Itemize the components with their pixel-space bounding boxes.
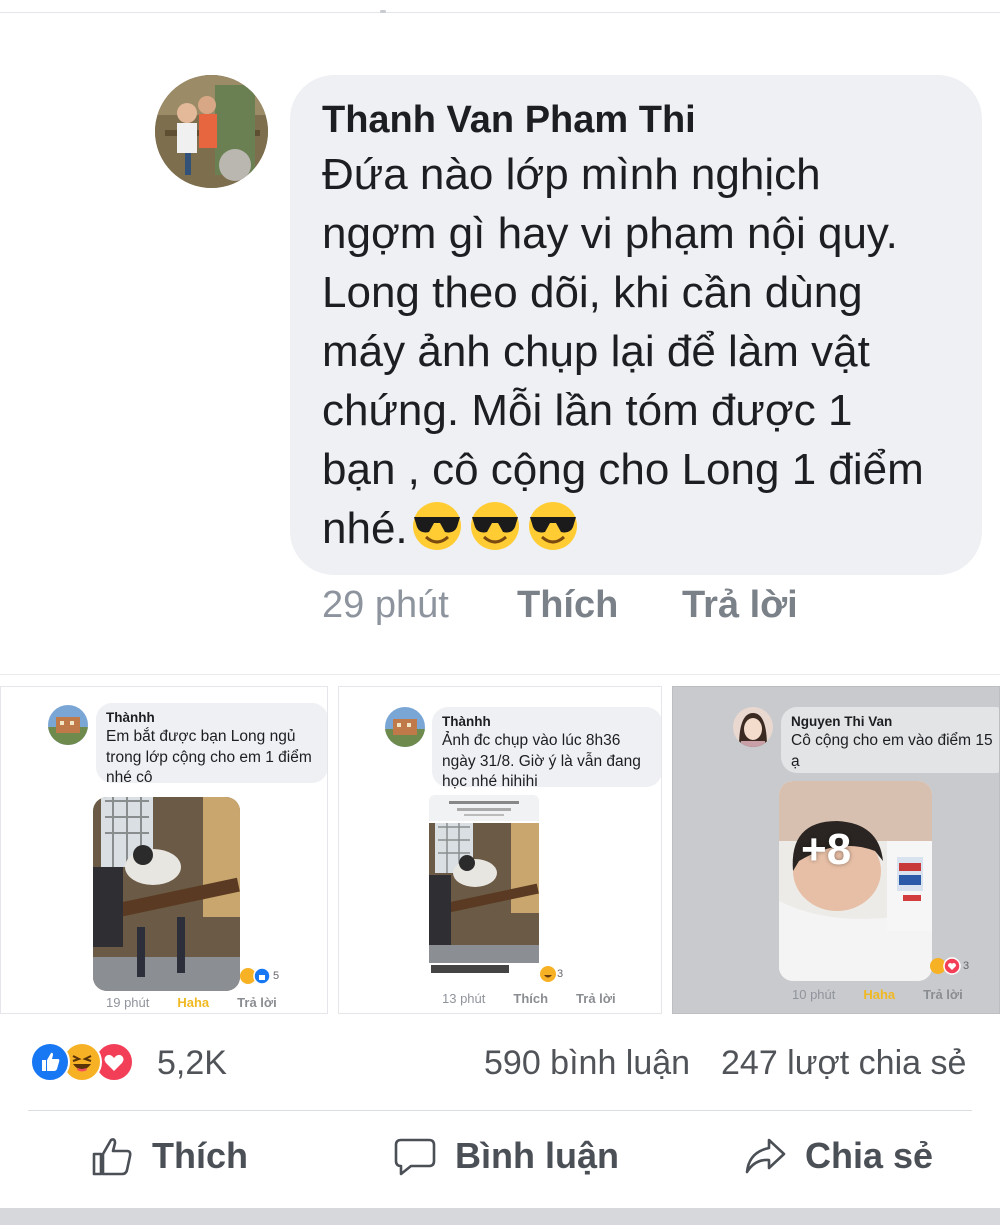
- top-handle: [380, 10, 386, 13]
- comment-bubble: Thànhh Em bắt được bạn Long ngủ trong lớ…: [96, 703, 327, 786]
- comment-line: máy ảnh chụp lại để làm vật: [322, 327, 870, 376]
- comment-actions: 29 phút Thích Trả lời: [322, 580, 798, 630]
- like-button[interactable]: Thích: [90, 1134, 248, 1178]
- comment-actions: 19 phút Haha Trả lời: [106, 995, 305, 1010]
- share-count[interactable]: 247 lượt chia sẻ: [721, 1044, 966, 1083]
- reaction-total[interactable]: 5,2K: [157, 1044, 227, 1083]
- comment-button[interactable]: Bình luận: [393, 1134, 619, 1178]
- reply-link[interactable]: Trả lời: [682, 584, 798, 627]
- comment-author[interactable]: Thanh Van Pham Thi: [322, 95, 952, 145]
- comment-bubble: Nguyen Thi Van Cô cộng cho em vào điểm 1…: [781, 707, 999, 773]
- section-divider: [0, 674, 1000, 675]
- comment-author[interactable]: Thànhh: [106, 709, 318, 727]
- comment-line: Ảnh đc chụp vào lúc 8h36: [442, 732, 621, 749]
- attached-photo[interactable]: [93, 797, 240, 991]
- comment-actions: 13 phút Thích Trả lời: [442, 991, 644, 1006]
- comment-last-line: nhé.: [322, 499, 962, 558]
- comment-bubble: Thanh Van Pham Thi Đứa nào lớp mình nghị…: [290, 75, 982, 575]
- comment-author[interactable]: Nguyen Thi Van: [791, 713, 999, 731]
- comment-line: học nhé hihihi: [442, 773, 538, 790]
- like-label: Thích: [152, 1135, 248, 1176]
- comment-timestamp[interactable]: 10 phút: [792, 987, 835, 1002]
- attached-photo[interactable]: [429, 795, 539, 975]
- haha-link[interactable]: Haha: [177, 995, 209, 1010]
- attached-photo[interactable]: +8: [779, 781, 932, 981]
- emoji-group: [410, 501, 580, 551]
- avatar[interactable]: [155, 75, 268, 188]
- haha-reaction-icon: [540, 966, 556, 982]
- reaction-count: 3: [963, 960, 970, 972]
- comment-line: ạ: [791, 752, 800, 770]
- reaction-summary[interactable]: 3: [539, 965, 563, 983]
- comment-author[interactable]: Thànhh: [442, 713, 652, 731]
- like-link[interactable]: Thích: [513, 991, 548, 1006]
- avatar[interactable]: [733, 707, 773, 747]
- screenshot-card[interactable]: Nguyen Thi Van Cô cộng cho em vào điểm 1…: [672, 686, 1000, 1014]
- post-stats: 5,2K 590 bình luận 247 lượt chia sẻ: [0, 1036, 1000, 1096]
- comment-line: Đứa nào lớp mình nghịch: [322, 150, 821, 199]
- screenshot-card[interactable]: Thànhh Ảnh đc chụp vào lúc 8h36 ngày 31/…: [338, 686, 662, 1014]
- like-link[interactable]: Thích: [517, 584, 682, 627]
- comment-actions: 10 phút Haha Trả lời: [792, 987, 991, 1002]
- bottom-separator: [0, 1208, 1000, 1225]
- reply-link[interactable]: Trả lời: [923, 987, 963, 1002]
- comment-timestamp[interactable]: 19 phút: [106, 995, 149, 1010]
- comment-line: chứng. Mỗi lần tóm được 1: [322, 386, 853, 435]
- comment-line: nhé cô: [106, 769, 153, 786]
- comment-line: trong lớp cộng cho em 1 điểm: [106, 748, 312, 766]
- share-label: Chia sẻ: [805, 1135, 934, 1176]
- haha-like-reaction-icon: [240, 967, 271, 985]
- post-action-bar: Thích Bình luận Chia sẻ: [0, 1128, 1000, 1198]
- avatar[interactable]: [48, 705, 88, 745]
- smiling-face-with-sunglasses-icon: [412, 502, 461, 550]
- reaction-icons[interactable]: [30, 1042, 134, 1082]
- speech-bubble-icon: [394, 1138, 436, 1176]
- reaction-count: 5: [273, 970, 280, 982]
- reaction-summary[interactable]: 3: [929, 957, 969, 975]
- comment-label: Bình luận: [455, 1135, 619, 1176]
- like-reaction-icon: [30, 1042, 70, 1082]
- smiling-face-with-sunglasses-icon: [470, 502, 519, 550]
- screenshot-card[interactable]: Thànhh Em bắt được bạn Long ngủ trong lớ…: [0, 686, 328, 1014]
- reply-link[interactable]: Trả lời: [237, 995, 277, 1010]
- comment-timestamp[interactable]: 29 phút: [322, 584, 517, 627]
- haha-love-reaction-icon: [930, 957, 961, 975]
- reaction-count: 3: [557, 968, 564, 980]
- share-arrow-icon: [745, 1138, 786, 1174]
- haha-link[interactable]: Haha: [863, 987, 895, 1002]
- comment-line: Cô cộng cho em vào điểm 15: [791, 732, 993, 749]
- comment-line: bạn , cô cộng cho Long 1 điểm: [322, 445, 924, 494]
- reply-link[interactable]: Trả lời: [576, 991, 616, 1006]
- comment-timestamp[interactable]: 13 phút: [442, 991, 485, 1006]
- top-divider: [0, 12, 1000, 13]
- smiling-face-with-sunglasses-icon: [528, 502, 577, 550]
- comment-line: nhé.: [322, 504, 408, 553]
- avatar[interactable]: [385, 707, 425, 747]
- comment-text: Đứa nào lớp mình nghịch ngợm gì hay vi p…: [322, 145, 962, 558]
- action-divider: [28, 1110, 972, 1111]
- comment-line: ngày 31/8. Giờ ý là vẫn đang: [442, 752, 641, 770]
- reaction-summary[interactable]: 5: [239, 967, 279, 985]
- comment-line: ngợm gì hay vi phạm nội quy.: [322, 209, 898, 258]
- comment-line: Long theo dõi, khi cần dùng: [322, 268, 863, 317]
- comment-count[interactable]: 590 bình luận: [484, 1044, 690, 1083]
- thumbs-up-icon: [92, 1138, 132, 1176]
- comment-bubble: Thànhh Ảnh đc chụp vào lúc 8h36 ngày 31/…: [432, 707, 661, 790]
- share-button[interactable]: Chia sẻ: [743, 1134, 933, 1178]
- comment-line: Em bắt được bạn Long ngủ: [106, 728, 296, 745]
- more-photos-overlay[interactable]: +8: [801, 825, 851, 875]
